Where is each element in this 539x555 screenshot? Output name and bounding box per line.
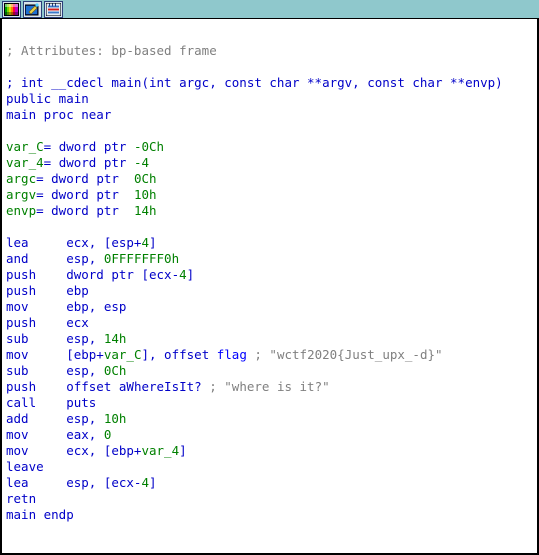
code-token: call puts bbox=[6, 395, 97, 410]
code-token: ] bbox=[179, 443, 187, 458]
code-token: sub esp, bbox=[6, 363, 104, 378]
code-token: 10h bbox=[103, 411, 127, 426]
code-line[interactable]: ; int __cdecl main(int argc, const char … bbox=[6, 75, 535, 91]
code-token: var_4 bbox=[6, 155, 44, 170]
code-line[interactable] bbox=[6, 123, 535, 139]
code-token: push ebp bbox=[6, 283, 89, 298]
code-token: mov eax, bbox=[6, 427, 104, 442]
disassembly-listing: ; Attributes: bp-based frame ; int __cde… bbox=[6, 27, 535, 523]
code-line[interactable]: sub esp, 14h bbox=[6, 331, 535, 347]
code-token: main endp bbox=[6, 507, 74, 522]
code-line[interactable]: argc= dword ptr 0Ch bbox=[6, 171, 535, 187]
code-token: 4 bbox=[141, 475, 149, 490]
code-token: and esp, bbox=[6, 251, 104, 266]
code-token: -4 bbox=[133, 155, 150, 170]
code-line[interactable]: add esp, 10h bbox=[6, 411, 535, 427]
code-token: ; Attributes: bp-based frame bbox=[6, 43, 217, 58]
code-token: public main bbox=[6, 91, 89, 106]
code-pane[interactable]: ; Attributes: bp-based frame ; int __cde… bbox=[0, 19, 539, 555]
code-token: = dword ptr bbox=[36, 187, 134, 202]
code-token: 10h bbox=[133, 187, 157, 202]
code-token: argc bbox=[6, 171, 37, 186]
code-line[interactable] bbox=[6, 59, 535, 75]
code-line[interactable]: mov ebp, esp bbox=[6, 299, 535, 315]
code-token: mov ecx, [ebp+ bbox=[6, 443, 142, 458]
graph-overview-icon[interactable] bbox=[23, 0, 42, 18]
code-line[interactable]: call puts bbox=[6, 395, 535, 411]
code-token: mov [ebp+ bbox=[6, 347, 104, 362]
code-token: 0Ch bbox=[103, 363, 127, 378]
code-token: ] bbox=[149, 235, 157, 250]
code-token: push ecx bbox=[6, 315, 89, 330]
code-token: ; "where is it?" bbox=[201, 379, 330, 394]
code-line[interactable]: retn bbox=[6, 491, 535, 507]
code-line[interactable]: lea ecx, [esp+4] bbox=[6, 235, 535, 251]
code-line[interactable]: and esp, 0FFFFFFF0h bbox=[6, 251, 535, 267]
code-token: mov ebp, esp bbox=[6, 299, 127, 314]
code-token: argv bbox=[6, 187, 37, 202]
code-token: lea ecx, [esp+ bbox=[6, 235, 142, 250]
code-token: leave bbox=[6, 459, 44, 474]
code-token: ], offset bbox=[141, 347, 217, 362]
code-token: 0Ch bbox=[133, 171, 157, 186]
toolbar bbox=[0, 0, 539, 19]
code-line[interactable]: main proc near bbox=[6, 107, 535, 123]
code-token: main proc near bbox=[6, 107, 112, 122]
code-token: lea esp, [ecx- bbox=[6, 475, 142, 490]
code-line[interactable]: push offset aWhereIsIt? ; "where is it?" bbox=[6, 379, 535, 395]
code-line[interactable]: push dword ptr [ecx-4] bbox=[6, 267, 535, 283]
code-token: ] bbox=[149, 475, 157, 490]
code-token: = dword ptr bbox=[36, 171, 134, 186]
code-token: sub esp, bbox=[6, 331, 104, 346]
navigator-band-icon[interactable] bbox=[44, 0, 63, 18]
code-line[interactable]: argv= dword ptr 10h bbox=[6, 187, 535, 203]
code-line[interactable]: var_C= dword ptr -0Ch bbox=[6, 139, 535, 155]
code-token: var_C bbox=[6, 139, 44, 154]
code-token: var_4 bbox=[141, 443, 180, 458]
code-token: 0FFFFFFF0h bbox=[103, 251, 180, 266]
code-line[interactable]: mov ecx, [ebp+var_4] bbox=[6, 443, 535, 459]
code-line[interactable]: var_4= dword ptr -4 bbox=[6, 155, 535, 171]
code-token: retn bbox=[6, 491, 37, 506]
code-token: = dword ptr bbox=[43, 139, 134, 154]
code-line[interactable]: ; Attributes: bp-based frame bbox=[6, 43, 535, 59]
code-line[interactable] bbox=[6, 219, 535, 235]
code-token: 14h bbox=[133, 203, 157, 218]
code-token: push offset bbox=[6, 379, 119, 394]
color-palette-icon[interactable] bbox=[2, 0, 21, 18]
code-token: flag bbox=[216, 347, 247, 362]
code-line[interactable]: main endp bbox=[6, 507, 535, 523]
code-token: var_C bbox=[103, 347, 142, 362]
code-token: add esp, bbox=[6, 411, 104, 426]
code-token: push dword ptr [ecx- bbox=[6, 267, 180, 282]
code-line[interactable]: mov [ebp+var_C], offset flag ; "wctf2020… bbox=[6, 347, 535, 363]
code-line[interactable]: mov eax, 0 bbox=[6, 427, 535, 443]
code-token: envp bbox=[6, 203, 37, 218]
code-line[interactable]: leave bbox=[6, 459, 535, 475]
code-token: -0Ch bbox=[133, 139, 165, 154]
code-token: 4 bbox=[141, 235, 149, 250]
disassembly-window: ; Attributes: bp-based frame ; int __cde… bbox=[0, 0, 539, 555]
code-token: 14h bbox=[103, 331, 127, 346]
code-token: 0 bbox=[103, 427, 112, 442]
code-line[interactable] bbox=[6, 27, 535, 43]
code-token: ] bbox=[186, 267, 195, 282]
code-token: = dword ptr bbox=[43, 155, 134, 170]
code-line[interactable]: lea esp, [ecx-4] bbox=[6, 475, 535, 491]
code-token: ; "wctf2020{Just_upx_-d}" bbox=[246, 347, 443, 362]
code-token: aWhereIsIt? bbox=[118, 379, 202, 394]
code-line[interactable]: public main bbox=[6, 91, 535, 107]
code-token: 4 bbox=[179, 267, 187, 282]
code-line[interactable]: push ebp bbox=[6, 283, 535, 299]
code-line[interactable]: sub esp, 0Ch bbox=[6, 363, 535, 379]
code-token: ; int __cdecl main(int argc, const char … bbox=[6, 75, 503, 90]
code-line[interactable]: envp= dword ptr 14h bbox=[6, 203, 535, 219]
code-line[interactable]: push ecx bbox=[6, 315, 535, 331]
code-token: = dword ptr bbox=[36, 203, 134, 218]
